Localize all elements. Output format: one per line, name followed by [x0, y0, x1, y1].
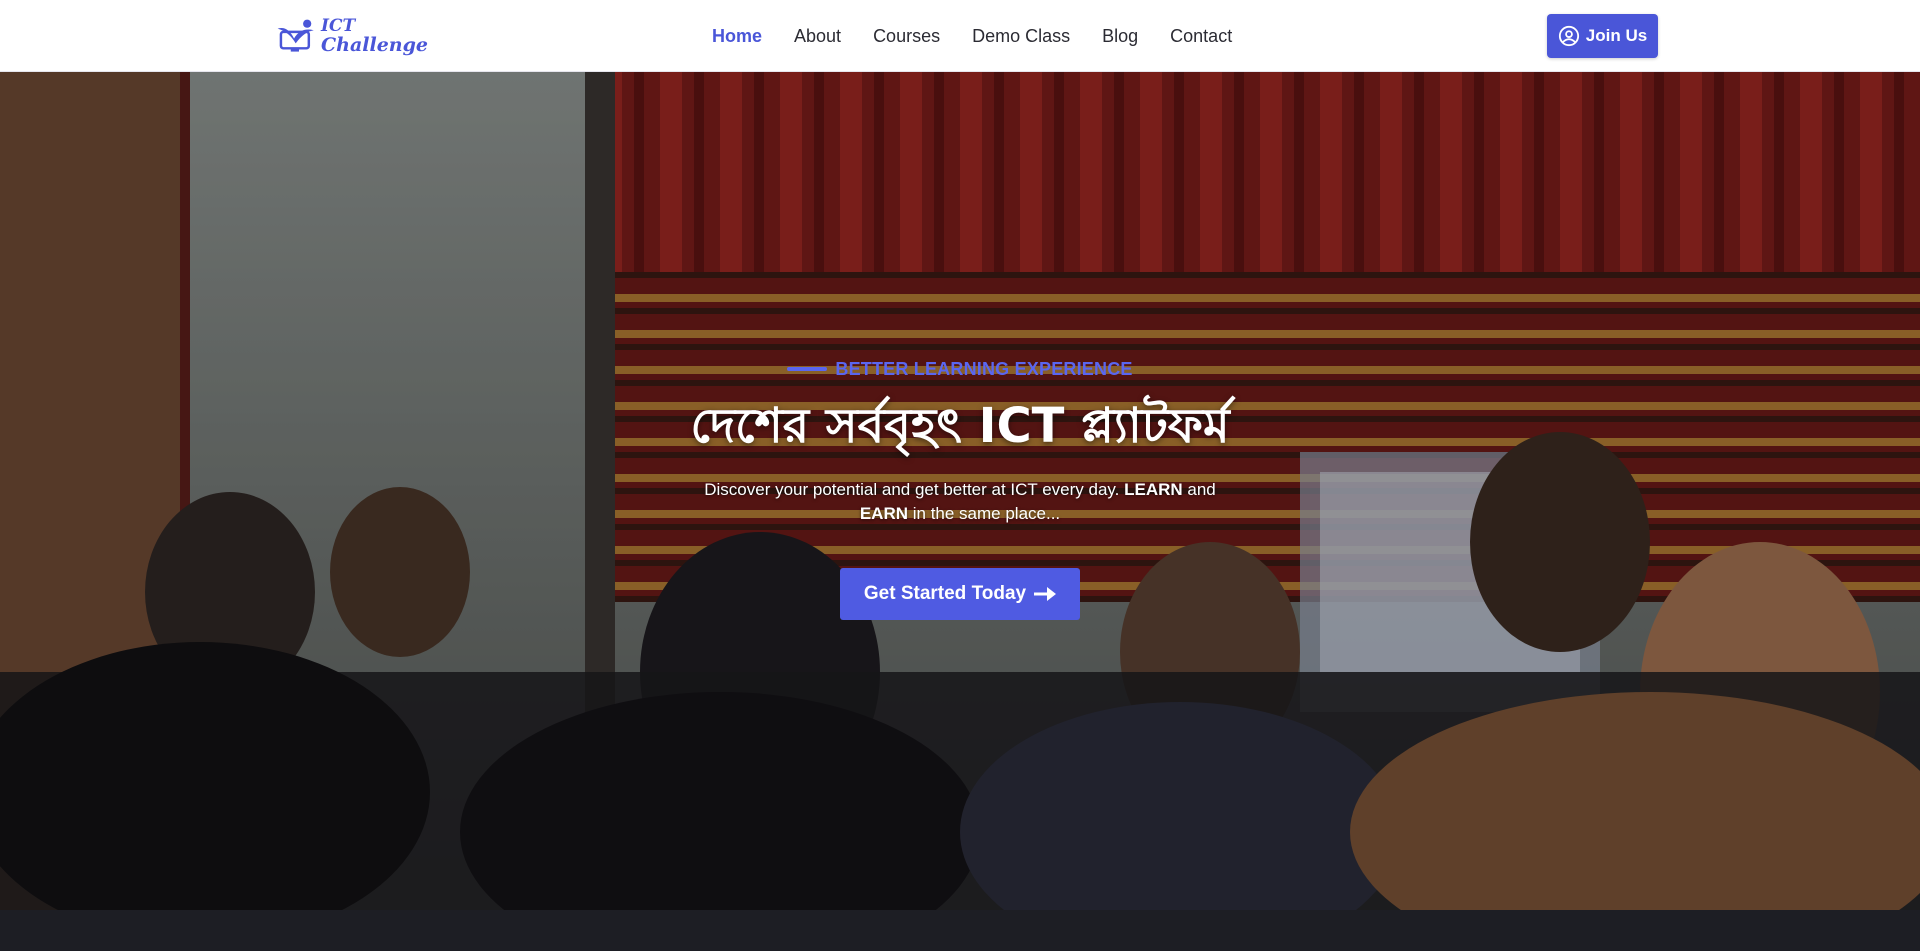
nav-link-courses[interactable]: Courses — [873, 26, 940, 47]
hero-eyebrow: BETTER LEARNING EXPERIENCE — [787, 359, 1132, 380]
nav-link-contact[interactable]: Contact — [1170, 26, 1232, 47]
eyebrow-text: BETTER LEARNING EXPERIENCE — [835, 358, 1133, 379]
next-section-strip — [0, 910, 1920, 951]
join-us-button[interactable]: Join Us — [1547, 14, 1658, 58]
subtext-part-2: and — [1182, 479, 1216, 499]
arrow-right-icon — [1034, 586, 1057, 601]
subtext-part-3: in the same place... — [908, 503, 1061, 523]
site-header: ICT Challenge Home About Courses Demo Cl… — [0, 0, 1920, 72]
nav-link-blog[interactable]: Blog — [1102, 26, 1138, 47]
eyebrow-bar — [787, 367, 828, 371]
hero-content: BETTER LEARNING EXPERIENCE দেশের সর্ববৃহ… — [0, 356, 1920, 620]
site-logo[interactable]: ICT Challenge — [276, 12, 428, 60]
nav-link-demo-class[interactable]: Demo Class — [972, 26, 1070, 47]
subtext-earn: EARN — [859, 503, 909, 523]
logo-mark-icon — [277, 19, 314, 52]
nav-link-home[interactable]: Home — [712, 26, 762, 47]
main-nav: Home About Courses Demo Class Blog Conta… — [712, 0, 1232, 72]
user-circle-icon — [1558, 25, 1579, 47]
subtext-part-1: Discover your potential and get better a… — [704, 479, 1125, 499]
get-started-button[interactable]: Get Started Today — [840, 567, 1080, 620]
hero-headline: দেশের সর্ববৃহৎ ICT প্ল্যাটফর্ম — [690, 397, 1230, 454]
logo-text: ICT Challenge — [321, 15, 428, 56]
nav-link-about[interactable]: About — [794, 26, 841, 47]
get-started-label: Get Started Today — [863, 582, 1027, 604]
logo-line-2: Challenge — [321, 33, 428, 56]
join-us-label: Join Us — [1585, 26, 1648, 45]
subtext-learn: LEARN — [1124, 479, 1183, 499]
hero-subtext: Discover your potential and get better a… — [680, 478, 1240, 526]
logo-line-1: ICT — [321, 15, 356, 36]
